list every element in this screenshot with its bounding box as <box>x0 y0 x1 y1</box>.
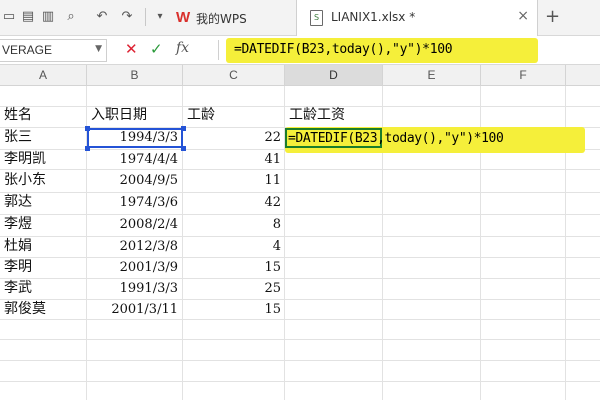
cell-name[interactable]: 郭达 <box>4 193 32 212</box>
name-box[interactable]: VERAGE ▼ <box>0 39 107 62</box>
column-header-c[interactable]: C <box>183 65 285 86</box>
more-icon[interactable]: ▾ <box>153 9 167 24</box>
cell-years[interactable]: 11 <box>183 171 281 190</box>
gridline <box>0 360 600 361</box>
selection-handle[interactable] <box>181 146 186 151</box>
new-tab-icon[interactable]: + <box>545 6 560 27</box>
cell-years[interactable]: 41 <box>183 150 281 169</box>
cell-date[interactable]: 2008/2/4 <box>87 215 178 234</box>
spreadsheet-grid[interactable]: A B C D E F 姓名 入职日期 工龄 工龄工资 张三 1994/3/3 … <box>0 65 600 400</box>
cell-date[interactable]: 2001/3/9 <box>87 258 178 277</box>
cell-name[interactable]: 李煜 <box>4 215 32 234</box>
cell-years[interactable]: 42 <box>183 193 281 212</box>
cell-years[interactable]: 15 <box>183 258 281 277</box>
column-header-f[interactable]: F <box>481 65 566 86</box>
cell-date[interactable]: 2012/3/8 <box>87 237 178 256</box>
cell-date[interactable]: 1974/4/4 <box>87 150 178 169</box>
title-bar: ▭ ▤ ▥ ⌕ ↶ ↷ ▾ W 我的WPS S LIANIX1.xlsx * ×… <box>0 0 600 36</box>
cell-years[interactable]: 22 <box>183 128 281 147</box>
header-seniority-pay[interactable]: 工龄工资 <box>289 106 345 125</box>
cell-date[interactable]: 1974/3/6 <box>87 193 178 212</box>
insert-function-icon[interactable]: fx <box>176 40 189 56</box>
column-header-e[interactable]: E <box>383 65 481 86</box>
editing-cell[interactable]: =DATEDIF(B23,today(),"y")*100 <box>288 131 504 146</box>
header-seniority[interactable]: 工龄 <box>187 106 215 125</box>
cell-name[interactable]: 杜娟 <box>4 237 32 256</box>
divider <box>145 8 146 26</box>
confirm-icon[interactable]: ✓ <box>150 40 163 58</box>
column-header-a[interactable]: A <box>0 65 87 86</box>
redo-icon[interactable]: ↷ <box>120 9 134 24</box>
cell-years[interactable]: 8 <box>183 215 281 234</box>
cell-name[interactable]: 李武 <box>4 279 32 298</box>
close-tab-icon[interactable]: × <box>517 8 529 24</box>
tab-file[interactable]: S LIANIX1.xlsx * × <box>296 0 538 36</box>
cell-date[interactable]: 1991/3/3 <box>87 279 178 298</box>
gridline <box>0 169 600 170</box>
new-icon[interactable]: ▤ <box>21 9 35 24</box>
formula-input[interactable]: =DATEDIF(B23,today(),"y")*100 <box>234 42 453 57</box>
cell-name[interactable]: 张三 <box>4 128 32 147</box>
cell-years[interactable]: 25 <box>183 279 281 298</box>
header-name[interactable]: 姓名 <box>4 106 32 125</box>
gridline <box>0 339 600 340</box>
print-preview-icon[interactable]: ⌕ <box>64 9 78 24</box>
cell-name[interactable]: 李明 <box>4 258 32 277</box>
reference-selection <box>87 128 183 148</box>
column-header-d[interactable]: D <box>285 65 383 86</box>
wps-logo: W <box>176 9 191 26</box>
chevron-down-icon[interactable]: ▼ <box>95 44 102 54</box>
divider <box>218 40 219 60</box>
column-header-b[interactable]: B <box>87 65 183 86</box>
undo-icon[interactable]: ↶ <box>95 9 109 24</box>
file-tab-label: LIANIX1.xlsx * <box>331 10 416 24</box>
header-hire-date[interactable]: 入职日期 <box>91 106 147 125</box>
selection-handle[interactable] <box>85 146 90 151</box>
cell-name[interactable]: 郭俊莫 <box>4 300 46 319</box>
tab-my-wps-label: 我的WPS <box>196 12 247 26</box>
spreadsheet-icon: S <box>310 10 323 26</box>
cell-date[interactable]: 2001/3/11 <box>87 300 178 319</box>
cancel-icon[interactable]: ✕ <box>125 40 138 58</box>
name-box-value: VERAGE <box>2 43 53 57</box>
cell-years[interactable]: 4 <box>183 237 281 256</box>
tab-my-wps[interactable]: W 我的WPS <box>176 0 296 35</box>
cell-years[interactable]: 15 <box>183 300 281 319</box>
gridline <box>0 319 600 320</box>
selection-handle[interactable] <box>181 126 186 131</box>
selection-handle[interactable] <box>85 126 90 131</box>
column-header-g[interactable] <box>566 65 600 86</box>
cell-name[interactable]: 张小东 <box>4 171 46 190</box>
gridline <box>0 381 600 382</box>
cell-date[interactable]: 2004/9/5 <box>87 171 178 190</box>
open-icon[interactable]: ▥ <box>41 9 55 24</box>
cell-name[interactable]: 李明凯 <box>4 150 46 169</box>
formula-bar: VERAGE ▼ ✕ ✓ fx =DATEDIF(B23,today(),"y"… <box>0 36 600 65</box>
save-icon[interactable]: ▭ <box>2 9 16 24</box>
